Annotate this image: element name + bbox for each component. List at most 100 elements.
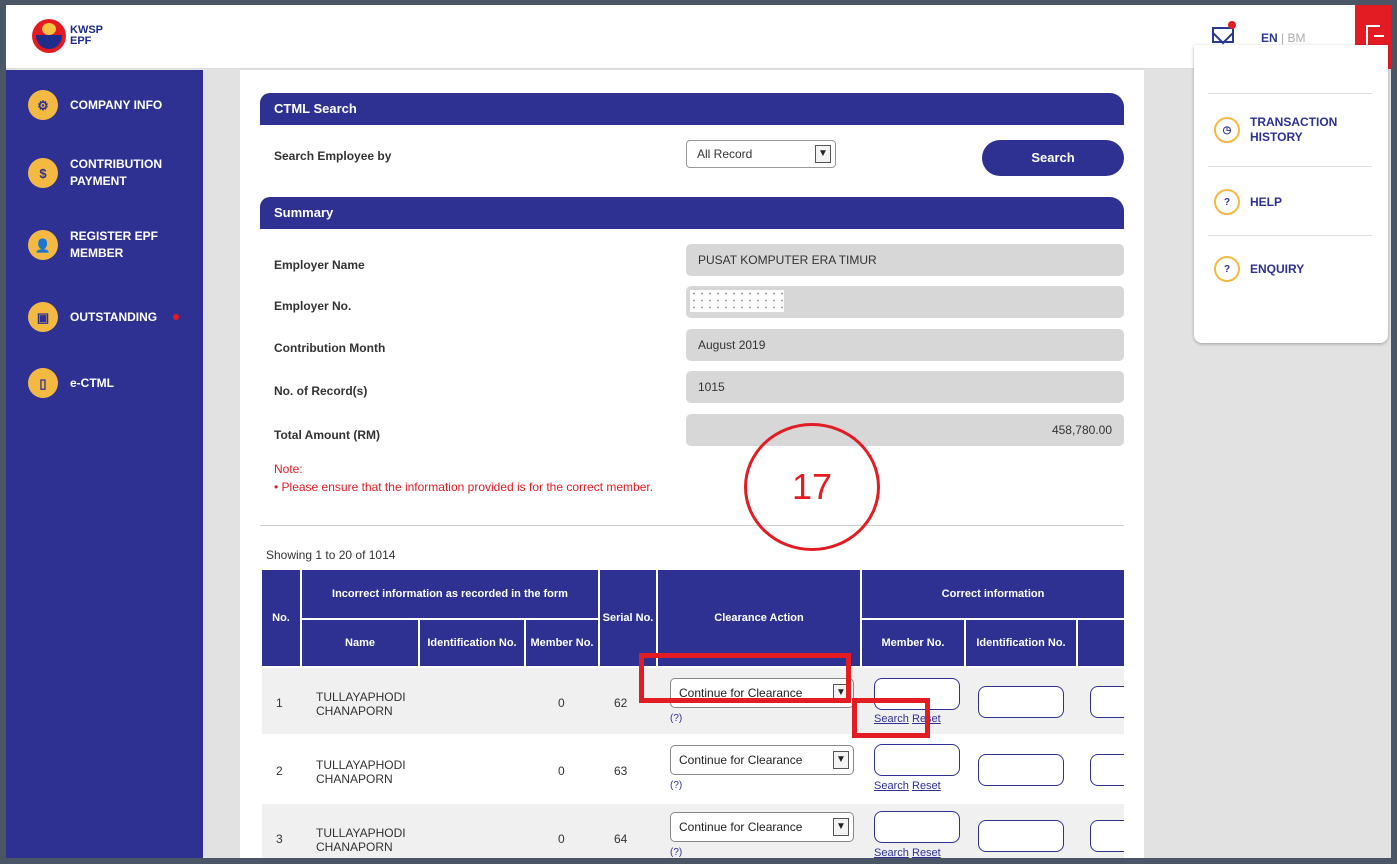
row-serial: 64: [614, 832, 628, 846]
row-member: 0: [558, 696, 565, 710]
sidebar-item-label: COMPANY INFO: [70, 97, 163, 112]
search-by-label: Search Employee by: [274, 149, 392, 163]
correct-identification-input[interactable]: [978, 754, 1064, 786]
divider: [1208, 235, 1372, 236]
summary-header: Summary: [260, 197, 1124, 229]
top-bar: KWSP EPF EN | BM: [6, 5, 1391, 69]
highlight-clearance-action: [639, 653, 851, 703]
sidebar-item-contribution-payment[interactable]: $ CONTRIBUTION PAYMENT: [28, 156, 198, 190]
quick-link-label: ENQUIRY: [1250, 261, 1305, 276]
app-window: KWSP EPF EN | BM ⚙ COMPANY INFO $ CONTRI…: [6, 5, 1391, 858]
col-group-incorrect: Incorrect information as recorded in the…: [302, 570, 600, 620]
language-switch: EN | BM: [1261, 31, 1305, 45]
row-serial: 63: [614, 764, 628, 778]
records-label: No. of Record(s): [274, 384, 368, 398]
enquiry-icon: ?: [1214, 256, 1240, 282]
quick-link-enquiry[interactable]: ? ENQUIRY: [1214, 256, 1304, 282]
sidebar-item-label: OUTSTANDING: [70, 309, 158, 324]
ctml-search-header: CTML Search: [260, 93, 1124, 125]
lang-separator: |: [1277, 31, 1288, 45]
correct-extra-input[interactable]: [1090, 820, 1124, 852]
row-no: 2: [276, 764, 283, 778]
notification-dot: [1228, 21, 1236, 29]
member-reset-link[interactable]: Reset: [912, 780, 941, 792]
col-header-identification: Identification No.: [420, 620, 526, 668]
search-by-select[interactable]: All Record ▼: [686, 140, 836, 168]
contribution-month-label: Contribution Month: [274, 341, 386, 355]
kwsp-logo[interactable]: KWSP EPF: [32, 19, 103, 53]
showing-count: Showing 1 to 20 of 1014: [266, 548, 396, 562]
quick-link-label: HELP: [1250, 194, 1283, 209]
document-icon: ▯: [28, 368, 58, 398]
row-serial: 62: [614, 696, 628, 710]
divider: [1208, 93, 1372, 94]
correct-identification-input[interactable]: [978, 820, 1064, 852]
note-label: Note:: [274, 462, 303, 476]
row-no: 1: [276, 696, 283, 710]
col-header-more: [1078, 620, 1124, 668]
employer-name-value: PUSAT KOMPUTER ERA TIMUR: [686, 244, 1124, 276]
divider: [260, 525, 1124, 526]
logout-icon: [1366, 25, 1384, 47]
member-search-link[interactable]: Search: [874, 847, 909, 858]
member-search-link[interactable]: Search: [874, 780, 909, 792]
col-group-correct: Correct information: [862, 570, 1124, 620]
row-name: TULLAYAPHODI CHANAPORN: [316, 690, 406, 718]
employer-no-label: Employer No.: [274, 299, 352, 313]
mail-icon[interactable]: [1212, 27, 1234, 43]
gear-icon: ⚙: [28, 90, 58, 120]
sidebar-item-company-info[interactable]: ⚙ COMPANY INFO: [28, 90, 178, 120]
correct-extra-input[interactable]: [1090, 686, 1124, 718]
help-link[interactable]: (?): [670, 780, 682, 791]
correct-identification-input[interactable]: [978, 686, 1064, 718]
user-add-icon: 👤: [28, 230, 58, 260]
col-header-no: No.: [262, 570, 302, 668]
sidebar: ⚙ COMPANY INFO $ CONTRIBUTION PAYMENT 👤 …: [6, 70, 203, 858]
correct-member-input[interactable]: [874, 811, 960, 843]
total-amount-value: 458,780.00: [686, 414, 1124, 446]
clearance-table: No. Incorrect information as recorded in…: [262, 570, 1124, 858]
help-link[interactable]: (?): [670, 847, 682, 858]
help-icon: ?: [1214, 189, 1240, 215]
total-amount-label: Total Amount (RM): [274, 428, 380, 442]
alert-dot: [173, 314, 180, 320]
sidebar-item-register-epf-member[interactable]: 👤 REGISTER EPF MEMBER: [28, 228, 198, 262]
row-member: 0: [558, 764, 565, 778]
clearance-action-value: Continue for Clearance: [679, 753, 803, 767]
step-annotation: 17: [744, 423, 880, 551]
clearance-action-select[interactable]: Continue for Clearance ▼: [670, 812, 854, 842]
search-by-value: All Record: [697, 147, 753, 161]
search-button[interactable]: Search: [982, 140, 1124, 176]
contribution-month-value: August 2019: [686, 329, 1124, 361]
main-content: CTML Search Search Employee by All Recor…: [240, 70, 1144, 858]
employer-no-field: [686, 286, 1124, 318]
clearance-action-select[interactable]: Continue for Clearance ▼: [670, 745, 854, 775]
kwsp-emblem-icon: [32, 19, 66, 53]
col-header-member: Member No.: [526, 620, 600, 668]
member-reset-link[interactable]: Reset: [912, 847, 941, 858]
row-name: TULLAYAPHODI CHANAPORN: [316, 826, 406, 854]
row-no: 3: [276, 832, 283, 846]
quick-links-panel: ◷ TRANSACTION HISTORY ? HELP ? ENQUIRY: [1194, 45, 1388, 343]
correct-extra-input[interactable]: [1090, 754, 1124, 786]
correct-member-input[interactable]: [874, 744, 960, 776]
employer-name-label: Employer Name: [274, 258, 365, 272]
note-text: • Please ensure that the information pro…: [274, 480, 654, 494]
highlight-search-link: [852, 698, 930, 738]
chevron-down-icon: ▼: [815, 145, 831, 163]
chevron-down-icon: ▼: [833, 818, 849, 836]
dollar-icon: $: [28, 158, 58, 188]
sidebar-item-e-ctml[interactable]: ▯ e-CTML: [28, 368, 114, 398]
row-name: TULLAYAPHODI CHANAPORN: [316, 758, 406, 786]
row-member: 0: [558, 832, 565, 846]
sidebar-item-outstanding[interactable]: ▣ OUTSTANDING: [28, 302, 180, 332]
sidebar-item-label: e-CTML: [70, 375, 114, 390]
quick-link-help[interactable]: ? HELP: [1214, 189, 1282, 215]
help-link[interactable]: (?): [670, 713, 682, 724]
lang-bm[interactable]: BM: [1287, 31, 1305, 45]
lang-en[interactable]: EN: [1261, 31, 1278, 45]
divider: [1208, 166, 1372, 167]
sidebar-item-label: CONTRIBUTION PAYMENT: [70, 157, 162, 188]
quick-link-transaction-history[interactable]: ◷ TRANSACTION HISTORY: [1214, 115, 1360, 145]
sidebar-item-label: REGISTER EPF MEMBER: [70, 229, 159, 260]
